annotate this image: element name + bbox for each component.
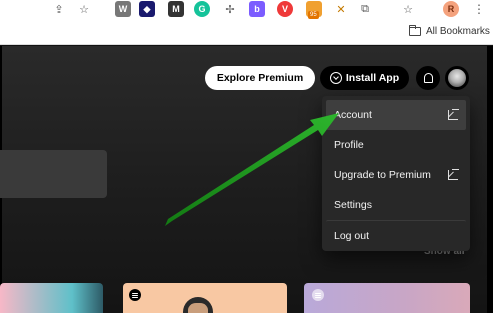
avatar bbox=[448, 69, 466, 87]
extension-b-icon[interactable]: b bbox=[249, 1, 265, 17]
right-rail bbox=[487, 46, 493, 313]
extension-flame-icon[interactable]: ◆ bbox=[139, 1, 155, 17]
wordpress-icon[interactable]: W bbox=[115, 1, 131, 17]
download-icon bbox=[329, 72, 342, 84]
menu-item-label: Account bbox=[334, 109, 372, 121]
extension-badge: 95 bbox=[308, 11, 319, 19]
install-app-button[interactable]: Install App bbox=[320, 66, 409, 90]
menu-item-label: Log out bbox=[334, 229, 370, 242]
extensions-puzzle-icon[interactable]: ⧉ bbox=[357, 1, 373, 17]
install-app-label: Install App bbox=[345, 72, 400, 84]
vivaldi-icon[interactable]: V bbox=[277, 1, 293, 17]
spotify-icon bbox=[312, 289, 324, 301]
bookmarks-bar: All Bookmarks bbox=[0, 20, 493, 45]
star-icon[interactable]: ☆ bbox=[76, 1, 92, 17]
menu-item-profile[interactable]: Profile bbox=[326, 130, 466, 160]
kebab-menu-icon[interactable]: ⋮ bbox=[471, 1, 487, 17]
spotify-icon bbox=[129, 289, 141, 301]
all-bookmarks-link[interactable]: All Bookmarks bbox=[426, 26, 490, 37]
menu-item-upgrade-to-premium[interactable]: Upgrade to Premium bbox=[326, 160, 466, 190]
card-artwork-face bbox=[188, 303, 208, 313]
bell-icon bbox=[423, 73, 433, 83]
playlist-card[interactable] bbox=[123, 283, 287, 313]
menu-item-log-out[interactable]: Log out bbox=[326, 220, 466, 250]
menu-item-account[interactable]: Account bbox=[326, 100, 466, 130]
folder-icon bbox=[408, 25, 421, 36]
pin-icon[interactable]: ☆ bbox=[400, 1, 416, 17]
profile-avatar[interactable]: R bbox=[443, 1, 459, 17]
menu-item-label: Profile bbox=[334, 139, 364, 151]
menu-item-label: Settings bbox=[334, 199, 372, 211]
mail-icon[interactable]: M bbox=[168, 1, 184, 17]
explore-premium-button[interactable]: Explore Premium bbox=[205, 66, 315, 90]
tools-icon[interactable]: ✕ bbox=[333, 1, 349, 17]
playlist-card[interactable] bbox=[0, 283, 103, 313]
grammarly-icon[interactable]: G bbox=[194, 1, 210, 17]
content-placeholder bbox=[0, 150, 107, 198]
account-menu: Account Profile Upgrade to Premium Setti… bbox=[322, 96, 470, 251]
user-avatar-button[interactable] bbox=[445, 66, 469, 90]
browser-toolbar: ⇪ ☆ W ◆ M G ✢ b V 95 ✕ ⧉ ☆ R ⋮ bbox=[0, 0, 493, 20]
external-link-icon bbox=[448, 109, 459, 120]
external-link-icon bbox=[448, 169, 459, 180]
menu-item-label: Upgrade to Premium bbox=[334, 169, 431, 181]
notifications-button[interactable] bbox=[416, 66, 440, 90]
menu-item-settings[interactable]: Settings bbox=[326, 190, 466, 220]
extension-plus-icon[interactable]: ✢ bbox=[222, 1, 238, 17]
playlist-card[interactable] bbox=[304, 283, 470, 313]
save-page-icon[interactable]: ⇪ bbox=[51, 1, 67, 17]
